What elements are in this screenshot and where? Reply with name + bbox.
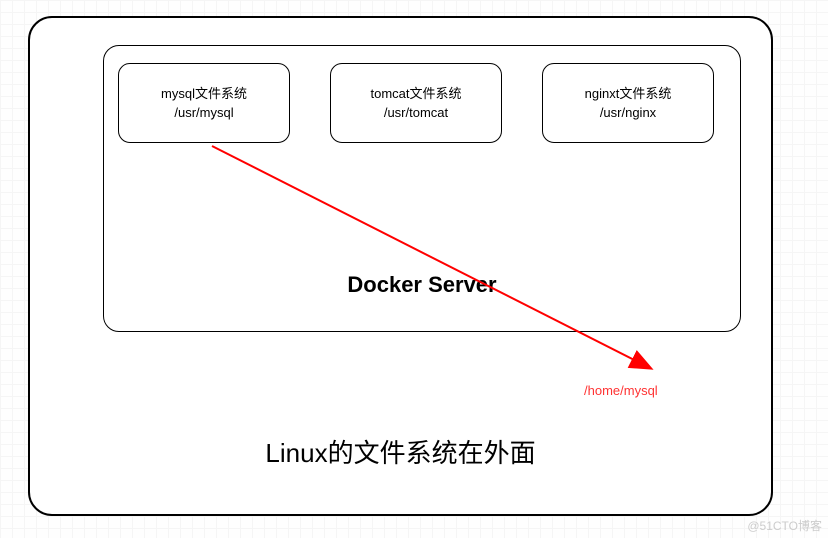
mount-target-label: /home/mysql [584,383,658,398]
nginx-filesystem-box: nginxt文件系统 /usr/nginx [542,63,714,143]
filesystem-boxes-row: mysql文件系统 /usr/mysql tomcat文件系统 /usr/tom… [118,63,714,143]
tomcat-filesystem-path: /usr/tomcat [384,103,448,123]
tomcat-filesystem-box: tomcat文件系统 /usr/tomcat [330,63,502,143]
mysql-filesystem-box: mysql文件系统 /usr/mysql [118,63,290,143]
watermark-text: @51CTO博客 [747,517,822,534]
nginx-filesystem-title: nginxt文件系统 [585,84,672,104]
nginx-filesystem-path: /usr/nginx [600,103,656,123]
docker-server-label: Docker Server [103,272,741,298]
tomcat-filesystem-title: tomcat文件系统 [370,84,461,104]
linux-filesystem-label: Linux的文件系统在外面 [28,433,773,470]
mysql-filesystem-path: /usr/mysql [174,103,233,123]
mysql-filesystem-title: mysql文件系统 [161,84,247,104]
